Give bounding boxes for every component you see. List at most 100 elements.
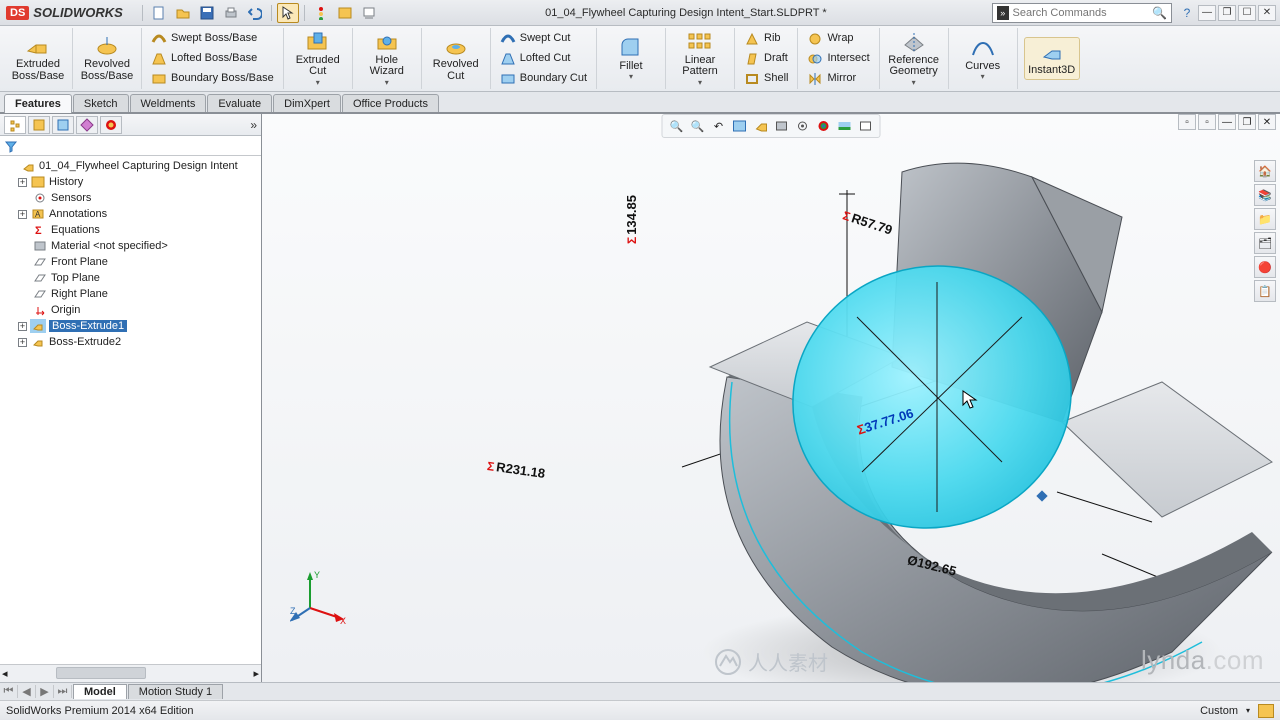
boundary-cut-button[interactable]: Boundary Cut bbox=[497, 70, 590, 88]
model-tabs-bar: ⏮ ◀ ▶ ⏭ Model Motion Study 1 bbox=[0, 682, 1280, 700]
history-icon bbox=[30, 175, 46, 189]
mouse-cursor-icon bbox=[962, 390, 978, 410]
extruded-boss-button[interactable]: Extruded Boss/Base bbox=[10, 32, 66, 84]
close-button[interactable]: ✕ bbox=[1258, 5, 1276, 21]
revolved-boss-icon bbox=[93, 34, 121, 58]
minimize-button[interactable]: — bbox=[1198, 5, 1216, 21]
dim-134[interactable]: Σ134.85 bbox=[624, 195, 639, 244]
instant3d-button[interactable]: Instant3D bbox=[1024, 37, 1080, 80]
wrap-button[interactable]: Wrap bbox=[804, 30, 872, 48]
mirror-button[interactable]: Mirror bbox=[804, 70, 872, 88]
shell-icon bbox=[744, 71, 760, 87]
tree-equations[interactable]: ΣEquations bbox=[0, 222, 261, 238]
lofted-boss-button[interactable]: Lofted Boss/Base bbox=[148, 50, 277, 68]
tree-sensors[interactable]: Sensors bbox=[0, 190, 261, 206]
tree-top-plane[interactable]: Top Plane bbox=[0, 270, 261, 286]
tab-last-button[interactable]: ⏭ bbox=[54, 685, 72, 698]
tab-prev-button[interactable]: ◀ bbox=[18, 685, 36, 698]
options-button[interactable] bbox=[334, 3, 356, 23]
tab-office-products[interactable]: Office Products bbox=[342, 94, 439, 112]
curves-button[interactable]: Curves▾ bbox=[955, 34, 1011, 84]
rebuild-button[interactable] bbox=[310, 3, 332, 23]
display-manager-tab[interactable] bbox=[100, 116, 122, 134]
tab-evaluate[interactable]: Evaluate bbox=[207, 94, 272, 112]
shell-button[interactable]: Shell bbox=[741, 70, 791, 88]
model-tab[interactable]: Model bbox=[73, 684, 127, 699]
revolved-boss-button[interactable]: Revolved Boss/Base bbox=[79, 32, 135, 84]
boundary-boss-button[interactable]: Boundary Boss/Base bbox=[148, 70, 277, 88]
status-unit-system[interactable]: Custom bbox=[1200, 705, 1238, 717]
draft-button[interactable]: Draft bbox=[741, 50, 791, 68]
plane-icon bbox=[32, 287, 48, 301]
command-manager-tabs: Features Sketch Weldments Evaluate DimXp… bbox=[0, 92, 1280, 114]
tree-boss-extrude1[interactable]: +Boss-Extrude1 bbox=[0, 318, 261, 334]
property-manager-tab[interactable] bbox=[28, 116, 50, 134]
extruded-cut-button[interactable]: Extruded Cut▾ bbox=[290, 28, 346, 89]
open-button[interactable] bbox=[172, 3, 194, 23]
scroll-thumb[interactable] bbox=[56, 667, 146, 679]
expand-icon[interactable]: + bbox=[18, 210, 27, 219]
search-icon[interactable]: 🔍 bbox=[1152, 6, 1167, 20]
tab-weldments[interactable]: Weldments bbox=[130, 94, 207, 112]
status-bar: SolidWorks Premium 2014 x64 Edition Cust… bbox=[0, 700, 1280, 720]
tree-annotations[interactable]: +AAnnotations bbox=[0, 206, 261, 222]
revolved-cut-button[interactable]: Revolved Cut bbox=[428, 32, 484, 84]
tree-material[interactable]: Material <not specified> bbox=[0, 238, 261, 254]
dimxpert-manager-tab[interactable] bbox=[76, 116, 98, 134]
help-button[interactable]: ? bbox=[1176, 3, 1198, 23]
swept-cut-button[interactable]: Swept Cut bbox=[497, 30, 590, 48]
lofted-cut-button[interactable]: Lofted Cut bbox=[497, 50, 590, 68]
tab-dimxpert[interactable]: DimXpert bbox=[273, 94, 341, 112]
tree-scrollbar[interactable]: ◂▸ bbox=[0, 664, 261, 682]
tab-features[interactable]: Features bbox=[4, 94, 72, 113]
expand-icon[interactable]: + bbox=[18, 338, 27, 347]
undo-button[interactable] bbox=[244, 3, 266, 23]
hole-wizard-button[interactable]: Hole Wizard▾ bbox=[359, 28, 415, 89]
tree-origin[interactable]: Origin bbox=[0, 302, 261, 318]
tree-history[interactable]: +History bbox=[0, 174, 261, 190]
boundary-boss-icon bbox=[151, 71, 167, 87]
quick-access-toolbar bbox=[139, 3, 380, 23]
swept-boss-button[interactable]: Swept Boss/Base bbox=[148, 30, 277, 48]
print-button[interactable] bbox=[220, 3, 242, 23]
collapse-tree-button[interactable]: » bbox=[250, 118, 257, 132]
reference-geometry-button[interactable]: Reference Geometry▾ bbox=[886, 28, 942, 89]
tab-next-button[interactable]: ▶ bbox=[36, 685, 54, 698]
tree-filter-bar[interactable] bbox=[0, 136, 261, 156]
intersect-button[interactable]: Intersect bbox=[804, 50, 872, 68]
tree-right-plane[interactable]: Right Plane bbox=[0, 286, 261, 302]
swept-cut-icon bbox=[500, 31, 516, 47]
extruded-boss-label: Extruded Boss/Base bbox=[12, 59, 65, 82]
fillet-button[interactable]: Fillet▾ bbox=[603, 34, 659, 84]
search-commands-box[interactable]: » 🔍 bbox=[992, 3, 1172, 23]
status-flag-icon[interactable] bbox=[1258, 704, 1274, 718]
rib-button[interactable]: Rib bbox=[741, 30, 791, 48]
maximize-button[interactable]: ☐ bbox=[1238, 5, 1256, 21]
tree-boss-extrude2[interactable]: +Boss-Extrude2 bbox=[0, 334, 261, 350]
tree-front-plane[interactable]: Front Plane bbox=[0, 254, 261, 270]
tree-root[interactable]: 01_04_Flywheel Capturing Design Intent bbox=[0, 158, 261, 174]
save-button[interactable] bbox=[196, 3, 218, 23]
options-dropdown-button[interactable] bbox=[358, 3, 380, 23]
svg-text:Y: Y bbox=[314, 570, 320, 580]
new-button[interactable] bbox=[148, 3, 170, 23]
tab-first-button[interactable]: ⏮ bbox=[0, 685, 18, 698]
motion-study-tab[interactable]: Motion Study 1 bbox=[128, 684, 223, 699]
tab-sketch[interactable]: Sketch bbox=[73, 94, 129, 112]
select-button[interactable] bbox=[277, 3, 299, 23]
feature-tree[interactable]: 01_04_Flywheel Capturing Design Intent +… bbox=[0, 156, 261, 664]
expand-icon[interactable]: + bbox=[18, 178, 27, 187]
status-edition: SolidWorks Premium 2014 x64 Edition bbox=[6, 705, 194, 717]
window-controls: — ❐ ☐ ✕ bbox=[1198, 5, 1276, 21]
graphics-area[interactable]: 🔍 🔍 ↶ ▫ ▫ — ❐ ✕ 🏠 📚 📁 🗂 🔴 📋 bbox=[262, 114, 1280, 682]
orientation-triad[interactable]: Y X Z bbox=[290, 568, 350, 628]
model-view[interactable] bbox=[462, 122, 1280, 682]
linear-pattern-button[interactable]: Linear Pattern▾ bbox=[672, 28, 728, 89]
restore-button[interactable]: ❐ bbox=[1218, 5, 1236, 21]
feature-tree-tab[interactable] bbox=[4, 116, 26, 134]
extrude-icon bbox=[30, 319, 46, 333]
search-input[interactable] bbox=[1013, 7, 1153, 19]
configuration-manager-tab[interactable] bbox=[52, 116, 74, 134]
expand-icon[interactable]: + bbox=[18, 322, 27, 331]
fillet-icon bbox=[617, 36, 645, 60]
